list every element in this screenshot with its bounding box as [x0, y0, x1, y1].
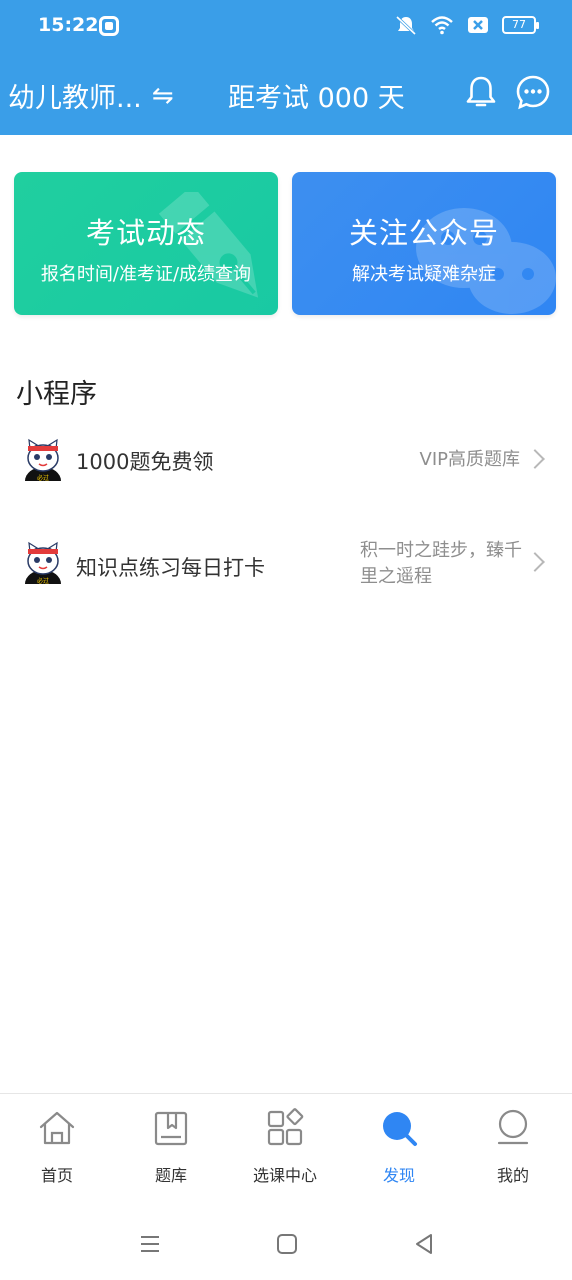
exam-news-card[interactable]: 考试动态 报名时间/准考证/成绩查询 [14, 172, 278, 315]
status-time: 15:22 [38, 14, 99, 36]
battery-icon: 77 [502, 16, 539, 34]
tab-discover[interactable]: 发现 [342, 1094, 456, 1194]
mute-icon [395, 15, 417, 36]
grid-icon [267, 1108, 304, 1146]
tab-label: 首页 [40, 1166, 73, 1185]
tab-home[interactable]: 首页 [0, 1094, 114, 1194]
menu-icon[interactable] [138, 1232, 162, 1256]
cat-mascot-icon: 必过 [25, 541, 61, 585]
item-desc: 积一时之跬步，臻千里之遥程 [360, 540, 522, 587]
status-icons: 77 [394, 14, 539, 36]
exam-countdown: 距考试 000 天 [228, 83, 405, 114]
app-header: 15:22 77 幼儿教师... ⇋ 距考试 000 天 [0, 0, 572, 135]
mini-programs-title: 小程序 [16, 379, 97, 410]
tab-course-center[interactable]: 选课中心 [228, 1094, 342, 1194]
exam-type-selector[interactable]: 幼儿教师... ⇋ [8, 76, 174, 115]
card-subtitle: 报名时间/准考证/成绩查询 [40, 264, 252, 285]
tab-question-bank[interactable]: 题库 [114, 1094, 228, 1194]
bottom-tab-bar: 首页 题库 选课中心 发现 我的 [0, 1093, 572, 1201]
cat-mascot-icon: 必过 [25, 438, 61, 482]
tab-label: 发现 [382, 1166, 415, 1185]
back-icon[interactable] [412, 1232, 436, 1256]
mini-program-item[interactable]: 必过 1000题免费领 VIP高质题库 [0, 414, 572, 504]
system-navigation-bar [0, 1210, 572, 1280]
tab-label: 题库 [154, 1166, 187, 1185]
tab-label: 选课中心 [252, 1166, 317, 1185]
card-title: 考试动态 [85, 216, 206, 250]
app-icon [99, 16, 119, 36]
home-square-icon[interactable] [275, 1232, 299, 1256]
mini-program-item[interactable]: 必过 知识点练习每日打卡 积一时之跬步，臻千里之遥程 [0, 517, 572, 607]
book-icon [154, 1111, 188, 1146]
status-bar: 15:22 77 [0, 0, 572, 52]
exam-type-label: 幼儿教师... [8, 83, 142, 114]
item-desc: VIP高质题库 [419, 449, 520, 470]
item-title: 知识点练习每日打卡 [76, 556, 265, 580]
swap-icon: ⇋ [151, 80, 174, 111]
tab-profile[interactable]: 我的 [456, 1094, 570, 1194]
search-icon [383, 1112, 417, 1146]
chat-icon[interactable] [515, 74, 551, 110]
item-title: 1000题免费领 [76, 450, 214, 474]
home-icon [39, 1111, 75, 1145]
profile-icon [497, 1109, 529, 1145]
card-subtitle: 解决考试疑难杂症 [352, 264, 496, 285]
bell-icon[interactable] [464, 74, 498, 110]
card-title: 关注公众号 [348, 216, 499, 250]
wifi-icon [431, 16, 453, 35]
chevron-right-icon [525, 449, 545, 469]
sim-off-icon [468, 17, 488, 33]
tab-label: 我的 [496, 1166, 529, 1185]
badge-text: 必过 [37, 474, 49, 482]
header-nav: 幼儿教师... ⇋ 距考试 000 天 [0, 68, 572, 120]
follow-official-account-card[interactable]: 关注公众号 解决考试疑难杂症 [292, 172, 556, 315]
badge-text: 必过 [37, 577, 49, 585]
